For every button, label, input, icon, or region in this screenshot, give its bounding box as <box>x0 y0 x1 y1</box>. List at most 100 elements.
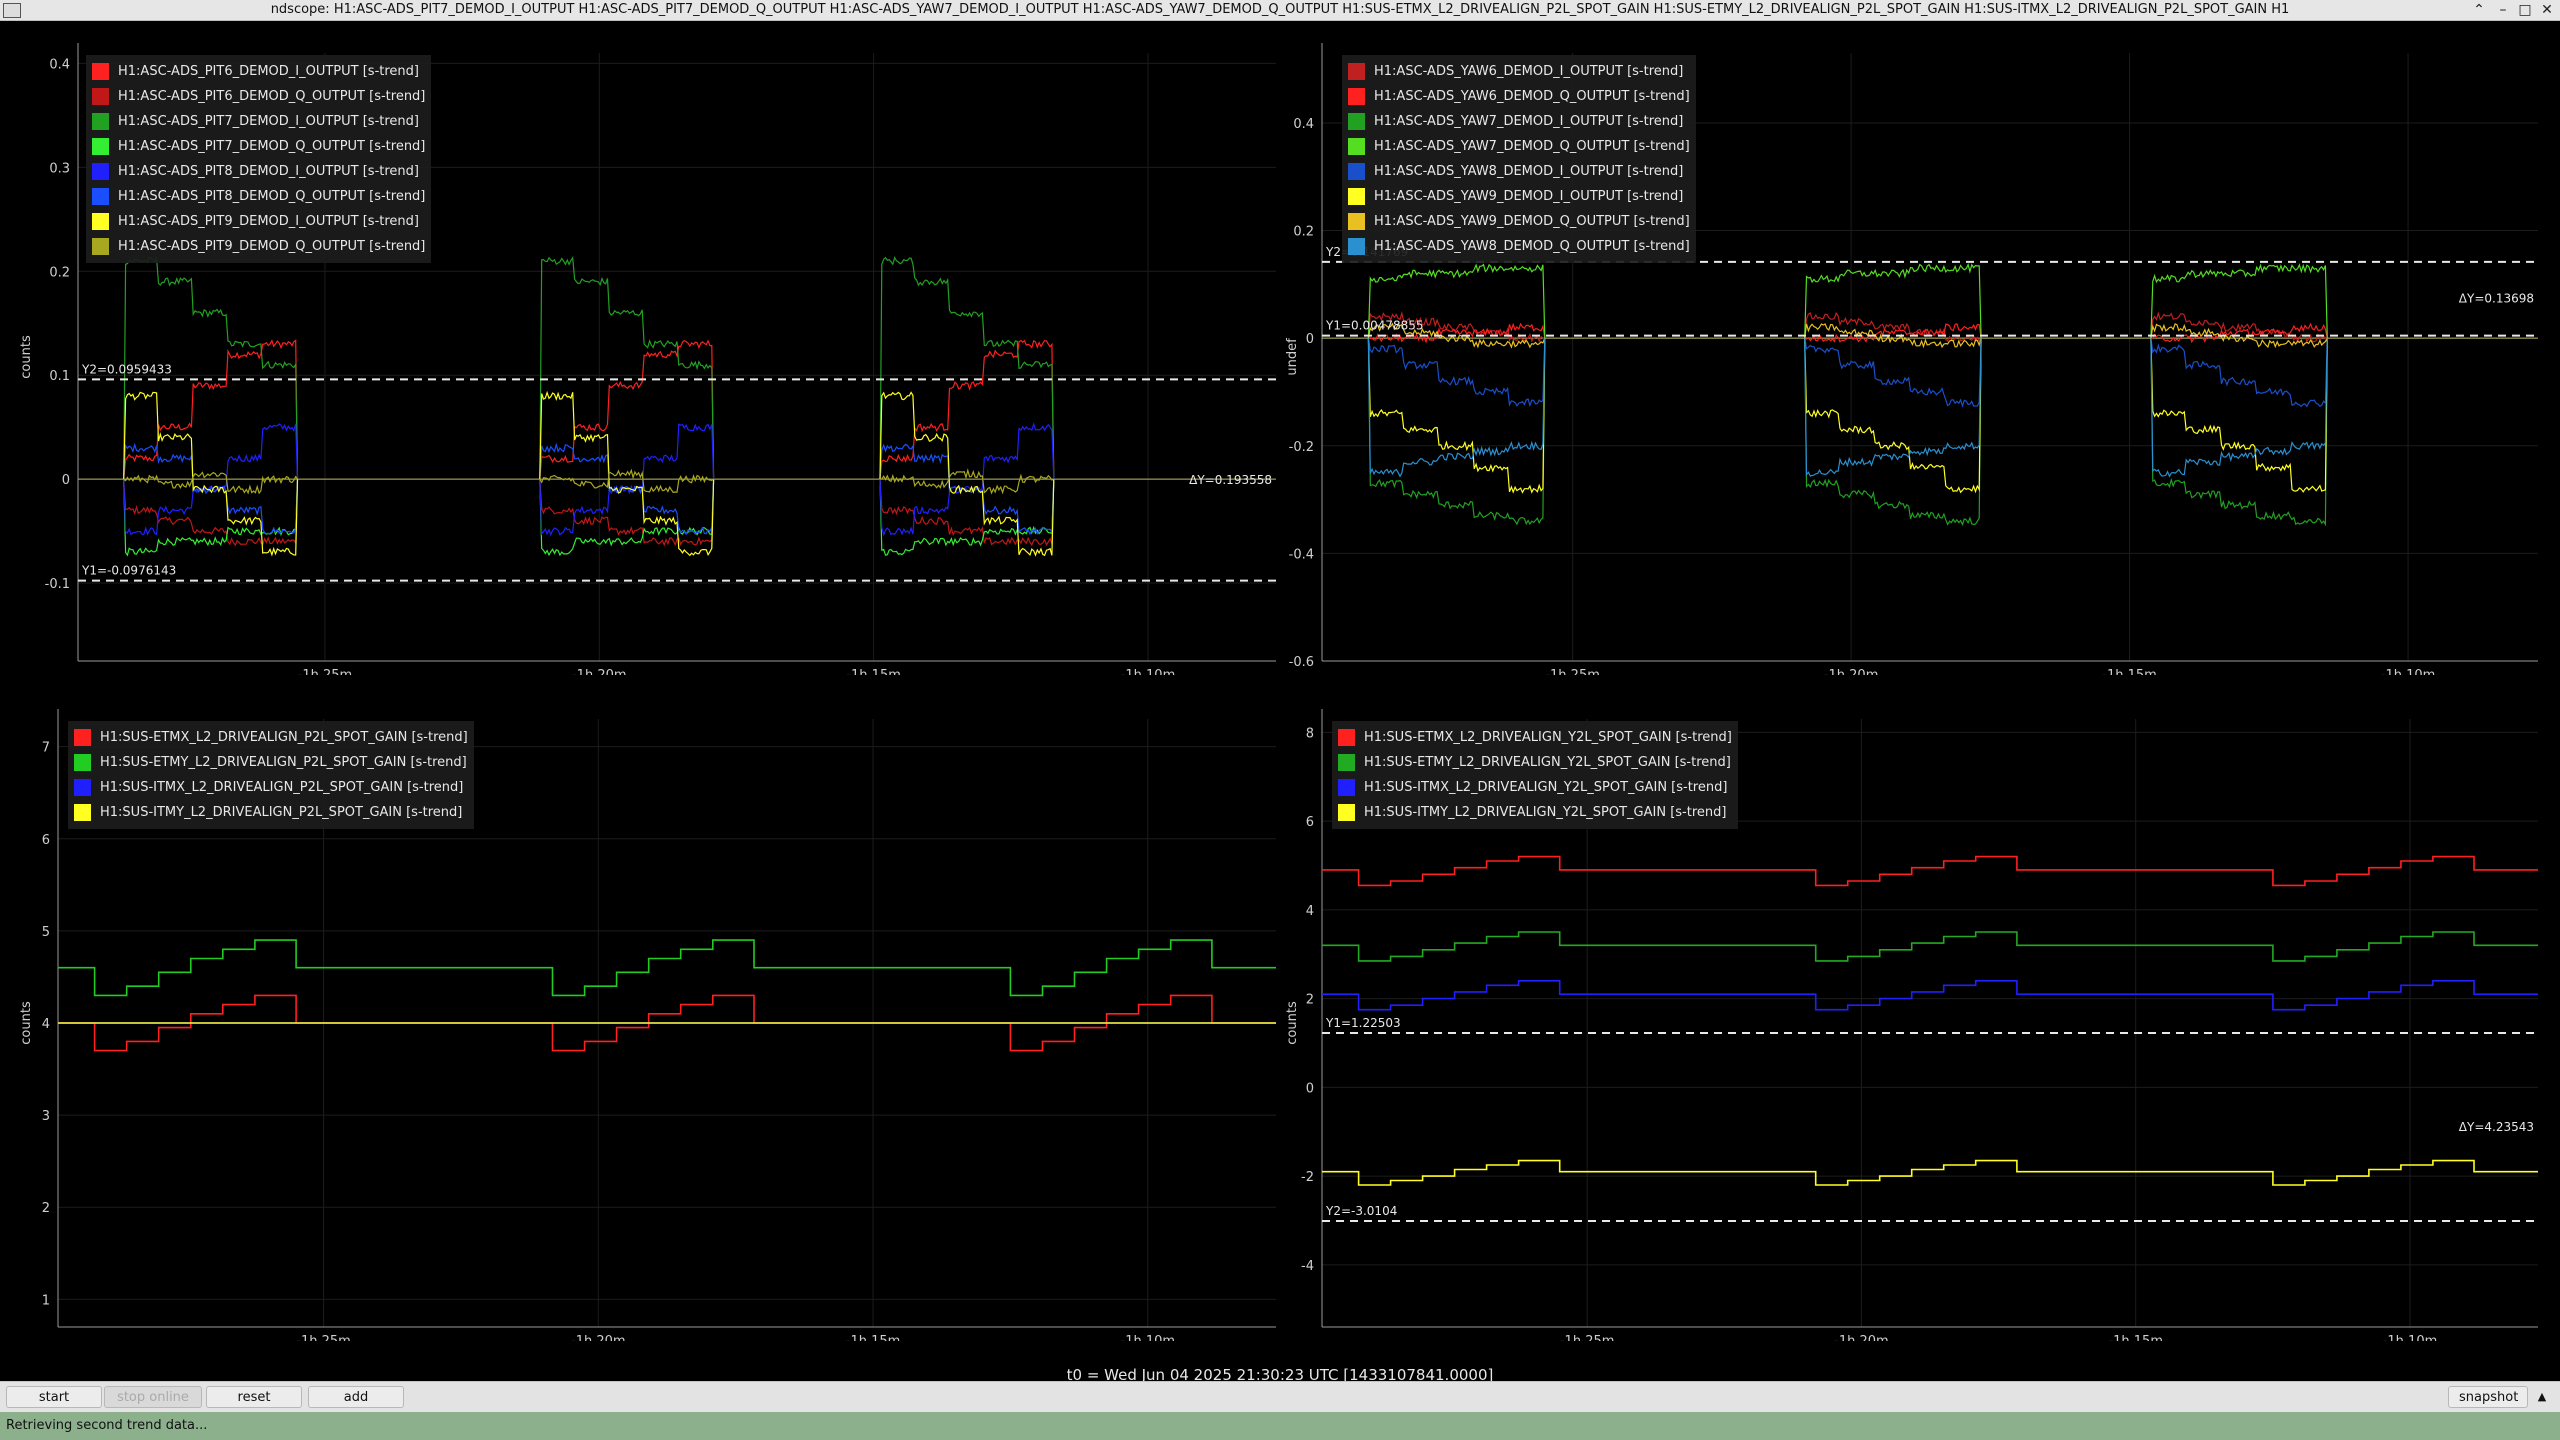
legend-entry[interactable]: H1:ASC-ADS_PIT9_DEMOD_Q_OUTPUT [s-trend] <box>92 234 425 259</box>
legend-swatch <box>1348 163 1365 180</box>
legend-swatch <box>1348 188 1365 205</box>
legend-label: H1:SUS-ITMY_L2_DRIVEALIGN_P2L_SPOT_GAIN … <box>100 805 463 820</box>
plot-asc-yaw[interactable]: -0.6 -0.4 -0.2 0 0.2 0.4 -1h,25m -1h,20m -1h,15m… <box>1282 21 2560 675</box>
x-tick-label: -1h,15m <box>846 668 901 675</box>
cursor-label: Y2=0.0959433 <box>81 362 172 376</box>
legend-label: H1:SUS-ETMX_L2_DRIVEALIGN_Y2L_SPOT_GAIN … <box>1364 730 1732 745</box>
legend-swatch <box>74 729 91 746</box>
x-tick-label: -1h,25m <box>298 668 353 675</box>
window-shade-icon[interactable]: ⌃ <box>2470 1 2488 19</box>
legend-entry[interactable]: H1:ASC-ADS_PIT7_DEMOD_I_OUTPUT [s-trend] <box>92 109 425 134</box>
y-tick-label: 0.3 <box>49 161 70 176</box>
legend-label: H1:ASC-ADS_YAW8_DEMOD_Q_OUTPUT [s-trend] <box>1374 239 1690 254</box>
plot-sus-y2l[interactable]: -4-202468-1h,25m-1h,20m-1h,15m-1h,10m-1h… <box>1282 687 2560 1341</box>
y-tick-label: 0 <box>62 473 70 488</box>
close-icon[interactable]: ✕ <box>2538 1 2556 19</box>
series-line <box>58 939 1276 997</box>
y-tick-label: 0.2 <box>1293 225 1314 240</box>
series-line <box>1322 855 2538 887</box>
expand-icon[interactable]: ▲ <box>2530 1386 2554 1408</box>
legend-entry[interactable]: H1:ASC-ADS_PIT7_DEMOD_Q_OUTPUT [s-trend] <box>92 134 425 159</box>
legend-label: H1:ASC-ADS_YAW7_DEMOD_I_OUTPUT [s-trend] <box>1374 114 1684 129</box>
legend-entry[interactable]: H1:ASC-ADS_YAW6_DEMOD_Q_OUTPUT [s-trend] <box>1348 84 1690 109</box>
stop-online-button[interactable]: stop online <box>104 1386 202 1408</box>
legend-entry[interactable]: H1:SUS-ITMX_L2_DRIVEALIGN_Y2L_SPOT_GAIN … <box>1338 775 1732 800</box>
y-tick-label: 6 <box>1306 815 1314 830</box>
legend-swatch <box>1348 238 1365 255</box>
y-tick-label: 7 <box>42 741 50 756</box>
legend-entry[interactable]: H1:ASC-ADS_PIT9_DEMOD_I_OUTPUT [s-trend] <box>92 209 425 234</box>
legend-swatch <box>1348 138 1365 155</box>
legend-swatch <box>92 63 109 80</box>
legend-entry[interactable]: H1:ASC-ADS_PIT6_DEMOD_Q_OUTPUT [s-trend] <box>92 84 425 109</box>
legend-entry[interactable]: H1:ASC-ADS_YAW6_DEMOD_I_OUTPUT [s-trend] <box>1348 59 1690 84</box>
legend-swatch <box>92 213 109 230</box>
legend-label: H1:ASC-ADS_PIT8_DEMOD_Q_OUTPUT [s-trend] <box>118 189 426 204</box>
x-tick-label: -1h,15m <box>2108 1334 2163 1341</box>
legend-entry[interactable]: H1:SUS-ETMX_L2_DRIVEALIGN_P2L_SPOT_GAIN … <box>74 725 468 750</box>
legend-swatch <box>1348 88 1365 105</box>
snapshot-button[interactable]: snapshot <box>2448 1386 2528 1408</box>
legend-swatch <box>92 238 109 255</box>
x-tick-label: -1h,20m <box>572 668 627 675</box>
legend-sus-p2l[interactable]: H1:SUS-ETMX_L2_DRIVEALIGN_P2L_SPOT_GAIN … <box>68 721 474 829</box>
legend-entry[interactable]: H1:ASC-ADS_YAW8_DEMOD_I_OUTPUT [s-trend] <box>1348 159 1690 184</box>
y-tick-label: -4 <box>1301 1259 1314 1274</box>
legend-entry[interactable]: H1:ASC-ADS_YAW9_DEMOD_Q_OUTPUT [s-trend] <box>1348 209 1690 234</box>
legend-entry[interactable]: H1:SUS-ITMY_L2_DRIVEALIGN_P2L_SPOT_GAIN … <box>74 800 468 825</box>
window-titlebar: ndscope: H1:ASC-ADS_PIT7_DEMOD_I_OUTPUT … <box>0 0 2560 21</box>
cursor-label: Y1=1.22503 <box>1325 1016 1401 1030</box>
legend-entry[interactable]: H1:ASC-ADS_PIT8_DEMOD_Q_OUTPUT [s-trend] <box>92 184 425 209</box>
legend-label: H1:SUS-ETMX_L2_DRIVEALIGN_P2L_SPOT_GAIN … <box>100 730 468 745</box>
maximize-icon[interactable]: □ <box>2516 1 2534 19</box>
legend-label: H1:SUS-ITMX_L2_DRIVEALIGN_P2L_SPOT_GAIN … <box>100 780 464 795</box>
legend-entry[interactable]: H1:ASC-ADS_YAW9_DEMOD_I_OUTPUT [s-trend] <box>1348 184 1690 209</box>
series-line <box>1322 1159 2538 1186</box>
add-channels-button[interactable]: add channels <box>308 1386 404 1427</box>
legend-entry[interactable]: H1:SUS-ETMY_L2_DRIVEALIGN_P2L_SPOT_GAIN … <box>74 750 468 775</box>
legend-swatch <box>1338 779 1355 796</box>
legend-entry[interactable]: H1:SUS-ETMY_L2_DRIVEALIGN_Y2L_SPOT_GAIN … <box>1338 750 1732 775</box>
legend-asc-yaw[interactable]: H1:ASC-ADS_YAW6_DEMOD_I_OUTPUT [s-trend]… <box>1342 55 1696 263</box>
x-tick-label: -1h,25m <box>1560 1334 1615 1341</box>
minimize-icon[interactable]: – <box>2494 1 2512 19</box>
legend-entry[interactable]: H1:ASC-ADS_PIT8_DEMOD_I_OUTPUT [s-trend] <box>92 159 425 184</box>
legend-swatch <box>74 754 91 771</box>
legend-label: H1:ASC-ADS_YAW6_DEMOD_I_OUTPUT [s-trend] <box>1374 64 1684 79</box>
legend-label: H1:ASC-ADS_YAW6_DEMOD_Q_OUTPUT [s-trend] <box>1374 89 1690 104</box>
status-bar: Retrieving second trend data... <box>0 1412 2560 1440</box>
legend-entry[interactable]: H1:SUS-ITMY_L2_DRIVEALIGN_Y2L_SPOT_GAIN … <box>1338 800 1732 825</box>
y-tick-label: 2 <box>1306 993 1314 1008</box>
legend-label: H1:ASC-ADS_PIT7_DEMOD_I_OUTPUT [s-trend] <box>118 114 419 129</box>
legend-label: H1:ASC-ADS_PIT9_DEMOD_Q_OUTPUT [s-trend] <box>118 239 426 254</box>
plot-asc-pit[interactable]: -0.1 0 0.1 0.2 0.3 0.4 -1h,25m -1h,20m -1h,15m -1… <box>0 21 1278 675</box>
legend-swatch <box>92 113 109 130</box>
x-tick-label: -1h,25m <box>1545 668 1600 675</box>
legend-asc-pit[interactable]: H1:ASC-ADS_PIT6_DEMOD_I_OUTPUT [s-trend]… <box>86 55 432 263</box>
legend-entry[interactable]: H1:ASC-ADS_YAW8_DEMOD_Q_OUTPUT [s-trend] <box>1348 234 1690 259</box>
y-tick-label: 0.4 <box>49 57 70 72</box>
x-tick-label: -1h,15m <box>2102 668 2157 675</box>
legend-swatch <box>74 779 91 796</box>
legend-swatch <box>1338 804 1355 821</box>
legend-entry[interactable]: H1:SUS-ETMX_L2_DRIVEALIGN_Y2L_SPOT_GAIN … <box>1338 725 1732 750</box>
start-online-button[interactable]: start online <box>6 1386 102 1427</box>
legend-entry[interactable]: H1:ASC-ADS_YAW7_DEMOD_Q_OUTPUT [s-trend] <box>1348 134 1690 159</box>
y-axis-label: counts <box>19 1001 34 1045</box>
legend-entry[interactable]: H1:SUS-ITMX_L2_DRIVEALIGN_P2L_SPOT_GAIN … <box>74 775 468 800</box>
legend-entry[interactable]: H1:ASC-ADS_PIT6_DEMOD_I_OUTPUT [s-trend] <box>92 59 425 84</box>
legend-entry[interactable]: H1:ASC-ADS_YAW7_DEMOD_I_OUTPUT [s-trend] <box>1348 109 1690 134</box>
reset-button[interactable]: reset <box>206 1386 302 1408</box>
delta-label: ΔY=4.23543 <box>2459 1120 2534 1134</box>
series-line <box>539 339 715 480</box>
series-line <box>1804 338 1982 527</box>
y-tick-label: -0.2 <box>1289 440 1314 455</box>
legend-label: H1:ASC-ADS_YAW8_DEMOD_I_OUTPUT [s-trend] <box>1374 164 1684 179</box>
y-tick-label: -0.4 <box>1289 547 1314 562</box>
legend-sus-y2l[interactable]: H1:SUS-ETMX_L2_DRIVEALIGN_Y2L_SPOT_GAIN … <box>1332 721 1738 829</box>
series-line <box>1367 338 1546 408</box>
x-tick-label: -1h,10m <box>2381 668 2436 675</box>
cursor-label: Y1=0.00478855 <box>1325 319 1424 333</box>
plot-sus-p2l[interactable]: 1234567-1h,25m-1h,20m-1h,15m-1h,10m-1h,5… <box>0 687 1278 1341</box>
cursor-label: Y2=-3.0104 <box>1325 1204 1397 1218</box>
